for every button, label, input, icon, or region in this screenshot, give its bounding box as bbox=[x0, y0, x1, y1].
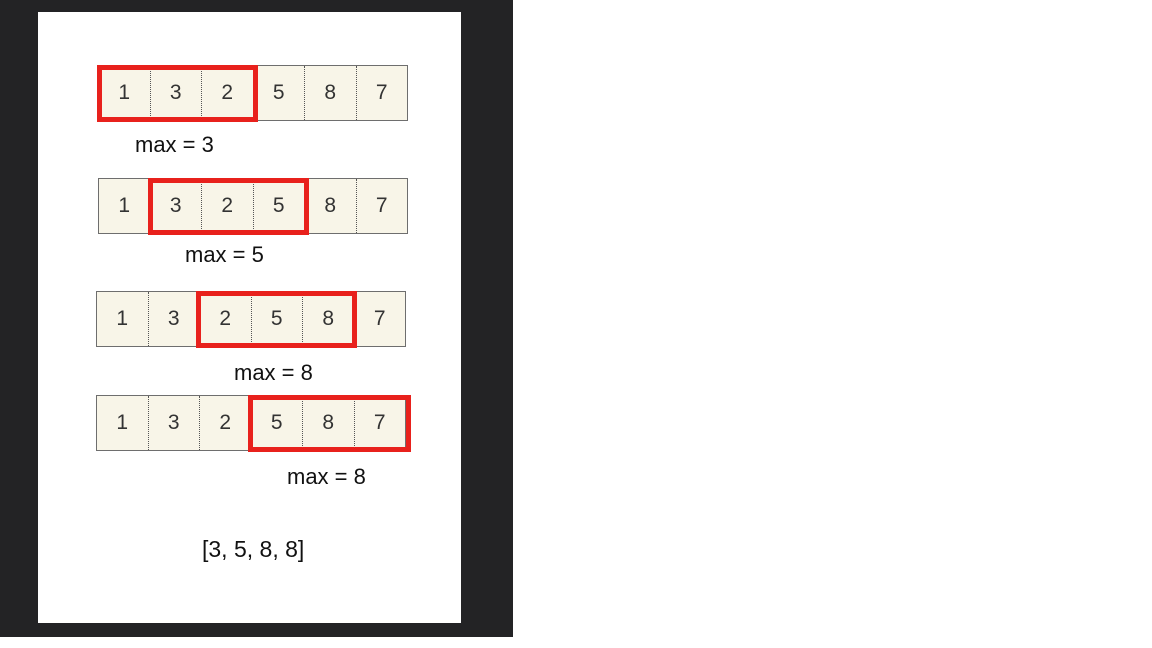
array-cell: 7 bbox=[355, 179, 408, 233]
sliding-window-highlight bbox=[97, 65, 258, 122]
max-label: max = 5 bbox=[185, 242, 264, 267]
viewer-frame: 1 3 2 5 8 7 max = 3 1 3 2 5 8 7 max = 5 … bbox=[0, 0, 513, 637]
max-label: max = 8 bbox=[234, 360, 313, 385]
sliding-window-highlight bbox=[248, 395, 411, 452]
max-label: max = 3 bbox=[135, 132, 214, 157]
array-cell: 3 bbox=[147, 396, 200, 450]
array-cell: 2 bbox=[199, 396, 251, 450]
array-cell: 3 bbox=[147, 292, 200, 346]
document-page: 1 3 2 5 8 7 max = 3 1 3 2 5 8 7 max = 5 … bbox=[38, 12, 461, 623]
result-array: [3, 5, 8, 8] bbox=[202, 536, 305, 562]
array-cell: 7 bbox=[355, 66, 408, 120]
max-label: max = 8 bbox=[287, 464, 366, 489]
sliding-window-highlight bbox=[148, 178, 309, 235]
array-cell: 7 bbox=[353, 292, 406, 346]
array-cell: 1 bbox=[118, 194, 131, 217]
array-cell: 1 bbox=[116, 411, 129, 434]
array-cell: 1 bbox=[116, 307, 129, 330]
array-cell: 5 bbox=[252, 66, 305, 120]
array-cell: 8 bbox=[304, 179, 356, 233]
sliding-window-highlight bbox=[196, 291, 357, 348]
array-cell: 8 bbox=[304, 66, 356, 120]
